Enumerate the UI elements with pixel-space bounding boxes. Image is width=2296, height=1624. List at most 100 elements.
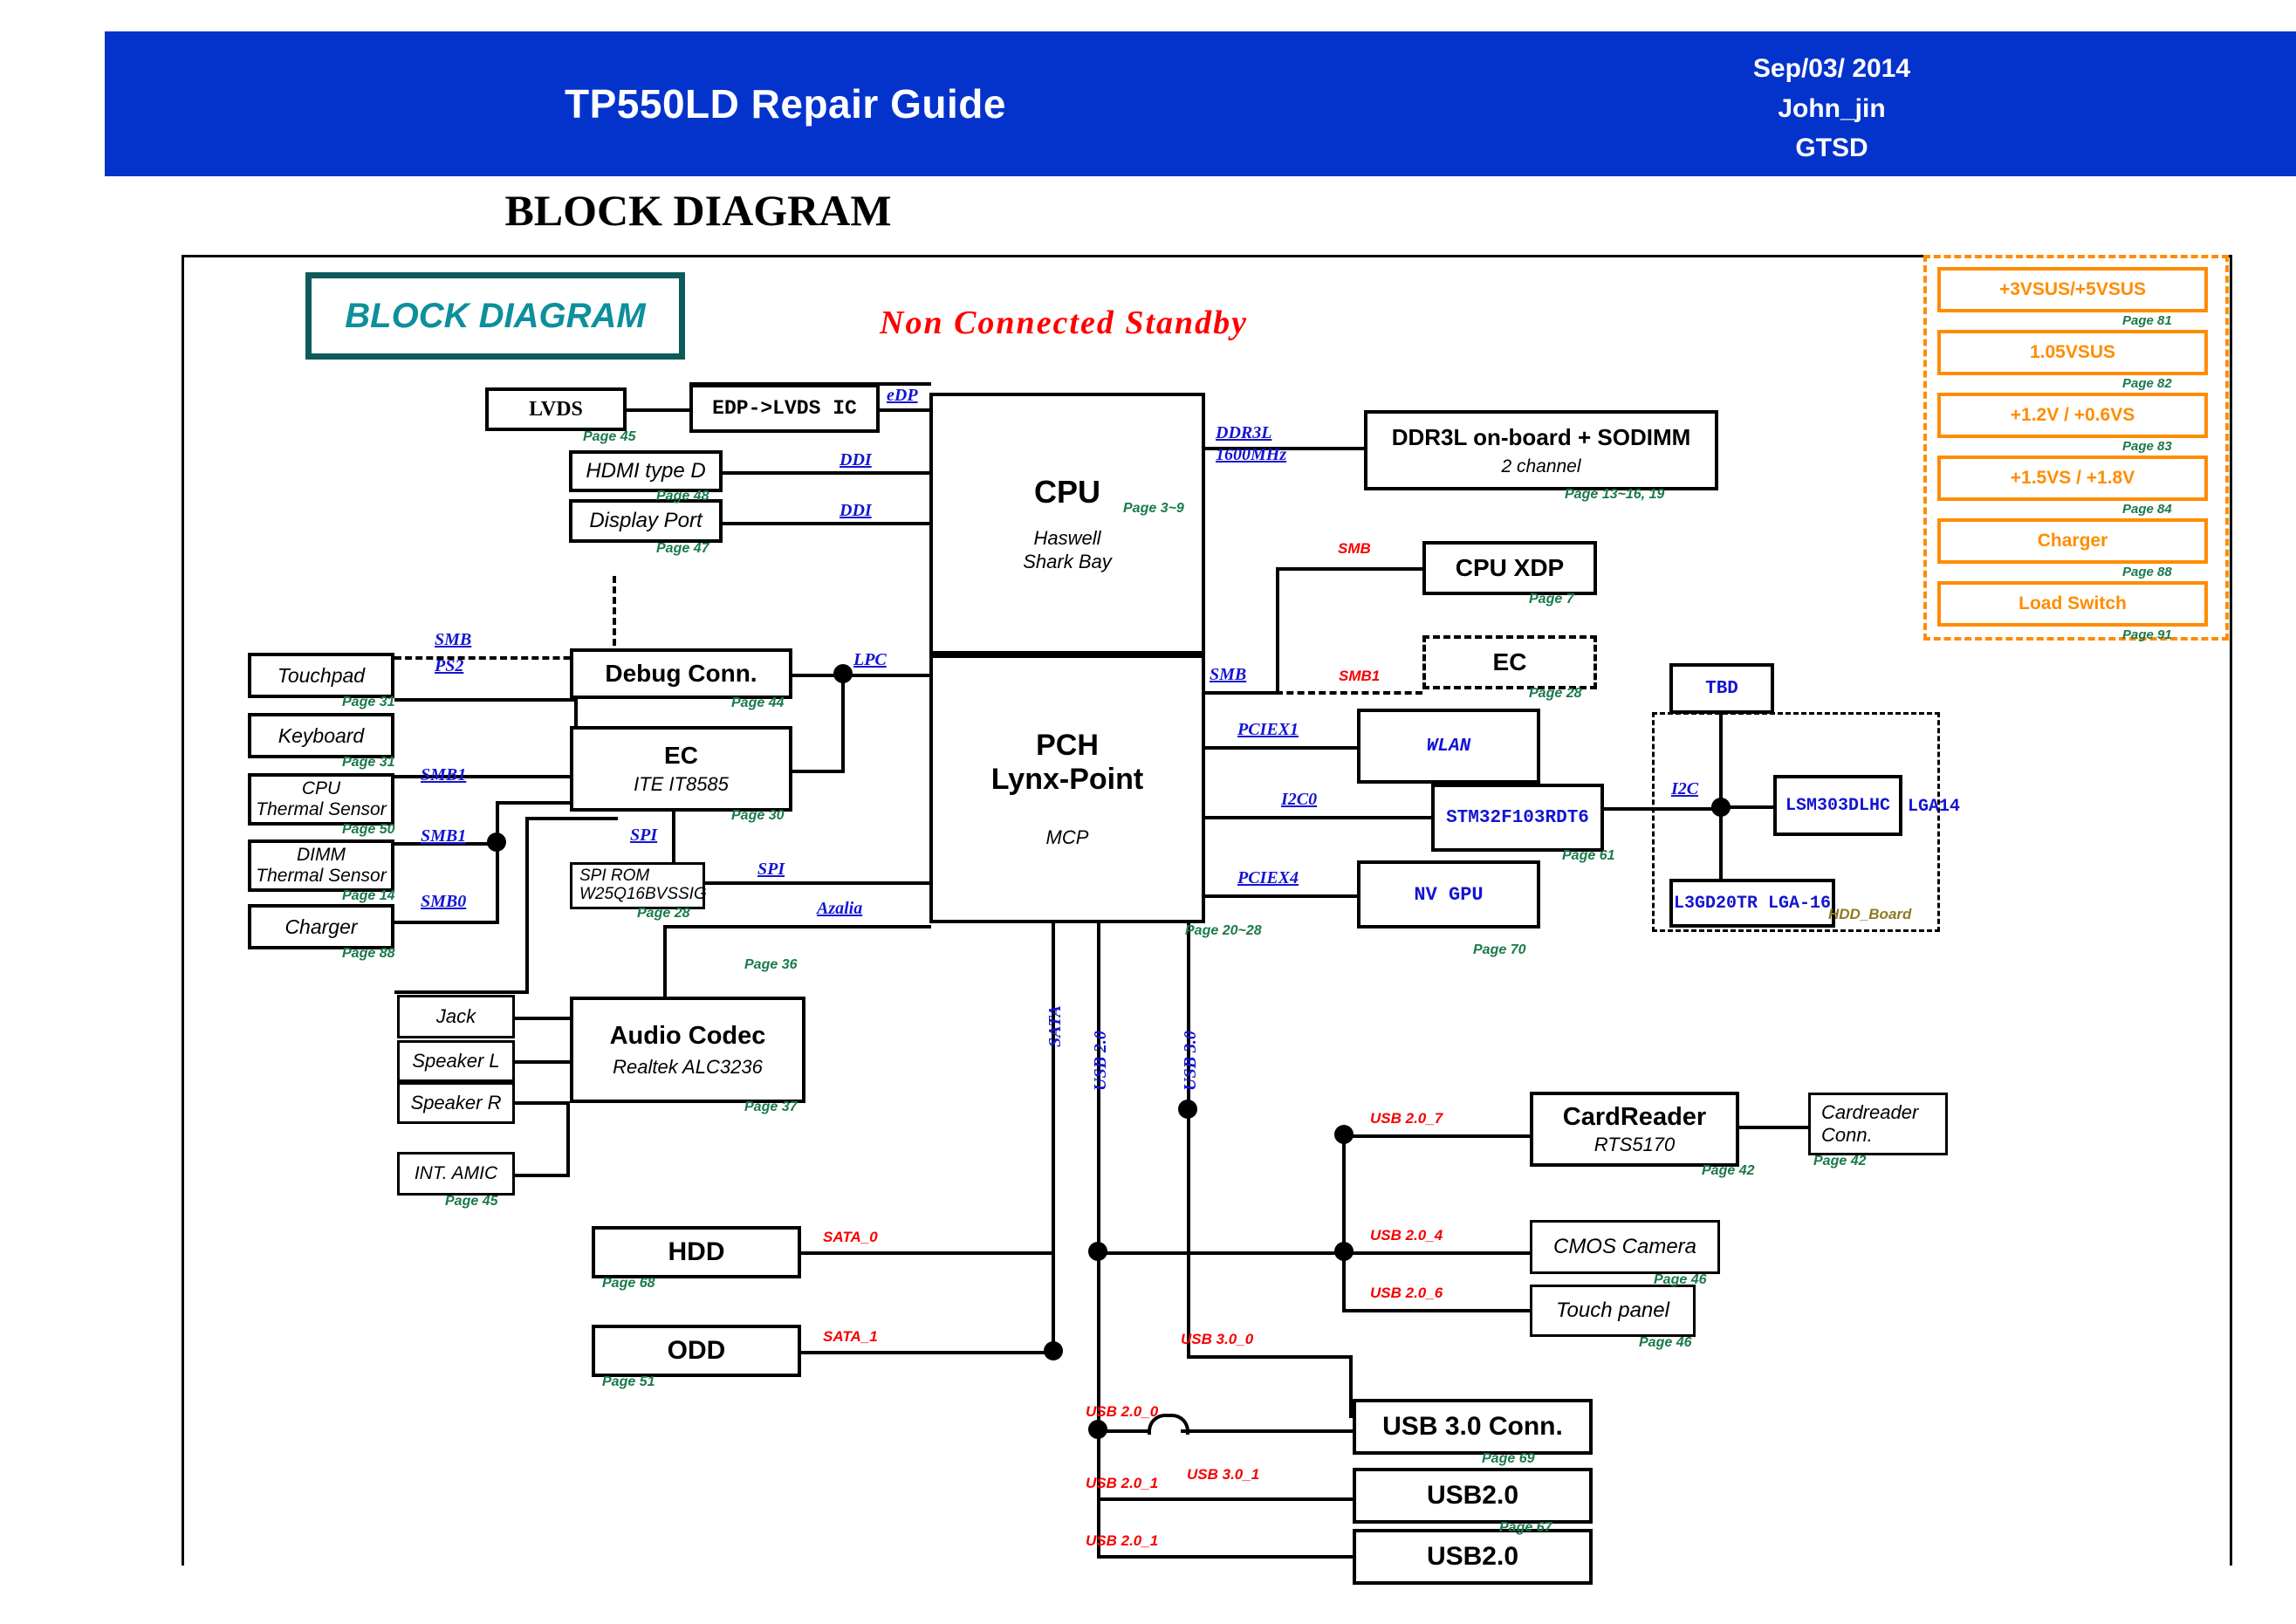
- block-pch[interactable]: PCH Lynx-Point MCP: [929, 654, 1205, 923]
- wire-dp-to-cpu: [721, 522, 931, 525]
- block-audio-codec[interactable]: Audio Codec Realtek ALC3236: [570, 997, 805, 1103]
- block-cpu-xdp[interactable]: CPU XDP: [1422, 541, 1597, 595]
- block-usb20-a-label: USB2.0: [1426, 1481, 1519, 1510]
- block-speaker-l[interactable]: Speaker L: [397, 1040, 515, 1082]
- block-edp-to-lvds-ic[interactable]: EDP->LVDS IC: [689, 384, 880, 433]
- wire-cardreader-to-conn: [1738, 1126, 1808, 1129]
- block-lvds-label: LVDS: [529, 397, 583, 421]
- block-display-port-label: Display Port: [589, 509, 703, 532]
- power-rail-page-5: Page 88: [2122, 565, 2172, 579]
- block-diagram-badge-label: BLOCK DIAGRAM: [345, 296, 646, 335]
- signal-usb30-1: USB 3.0_1: [1187, 1466, 1260, 1483]
- block-usb30-conn[interactable]: USB 3.0 Conn.: [1353, 1399, 1593, 1455]
- block-dimm-thermal-sensor-l2: Thermal Sensor: [256, 866, 387, 886]
- block-keyboard[interactable]: Keyboard: [248, 713, 394, 758]
- block-stm32f103rdt6[interactable]: STM32F103RDT6: [1431, 784, 1604, 852]
- block-ddr3l-sub: 2 channel: [1501, 456, 1581, 476]
- block-hdd[interactable]: HDD: [592, 1226, 801, 1278]
- page-ref-hdd: Page 68: [602, 1276, 655, 1291]
- block-tbd-label: TBD: [1705, 678, 1738, 699]
- wire-usb20-6-to-touchpanel: [1342, 1309, 1530, 1312]
- wire-lvds-to-edpic: [627, 408, 689, 412]
- hdd-board-label: HDD_Board: [1828, 906, 1912, 922]
- block-l3gd20tr[interactable]: L3GD20TR LGA-16: [1669, 879, 1835, 928]
- wire-amic-to-codec-h: [515, 1174, 570, 1177]
- wire-azalia-h: [663, 925, 931, 928]
- block-edp-to-lvds-ic-label: EDP->LVDS IC: [712, 397, 857, 420]
- block-dimm-thermal-sensor[interactable]: DIMM Thermal Sensor: [248, 839, 394, 892]
- block-wlan[interactable]: WLAN: [1357, 709, 1540, 784]
- wire-pch-to-nvgpu: [1203, 894, 1357, 898]
- block-spi-rom-l2: W25Q16BVSSIG: [579, 885, 707, 903]
- block-cpu-thermal-sensor-l1: CPU: [301, 778, 341, 798]
- signal-smb1-cpu-therm: SMB1: [421, 765, 467, 785]
- wire-smb-to-cpuxdp: [1276, 567, 1422, 571]
- block-cpu-sub2: Shark Bay: [1023, 551, 1112, 572]
- block-cardreader[interactable]: CardReader RTS5170: [1530, 1092, 1739, 1167]
- wire-touchpad-to-ec-a: [394, 698, 578, 702]
- power-rail-page-3: Page 83: [2122, 439, 2172, 454]
- page-ref-display-port: Page 47: [656, 541, 709, 556]
- signal-azalia: Azalia: [817, 899, 863, 918]
- signal-pciex1: PCIEX1: [1237, 720, 1299, 739]
- signal-ddr3l: DDR3L: [1216, 423, 1272, 442]
- block-tbd[interactable]: TBD: [1669, 663, 1774, 714]
- page-ref-debug-conn: Page 44: [731, 696, 785, 710]
- wire-jack-to-codec: [515, 1017, 570, 1020]
- block-lvds[interactable]: LVDS: [485, 387, 627, 431]
- block-audio-codec-sub: Realtek ALC3236: [613, 1055, 763, 1078]
- block-spi-rom[interactable]: SPI ROM W25Q16BVSSIG: [570, 862, 707, 909]
- block-int-amic[interactable]: INT. AMIC: [397, 1152, 515, 1196]
- block-display-port[interactable]: Display Port: [569, 499, 723, 543]
- block-cardreader-conn[interactable]: Cardreader Conn.: [1808, 1093, 1948, 1155]
- block-jack[interactable]: Jack: [397, 995, 515, 1038]
- block-charger[interactable]: Charger: [248, 904, 394, 949]
- block-nv-gpu[interactable]: NV GPU: [1357, 860, 1540, 928]
- wire-charger-to-ec-b: [525, 817, 529, 991]
- block-lsm303dlhc[interactable]: LSM303DLHC: [1773, 775, 1902, 836]
- junction-dot-usb207: [1334, 1125, 1354, 1144]
- signal-ddi-hdmi: DDI: [840, 450, 872, 469]
- signal-ddi-dp: DDI: [840, 501, 872, 520]
- page-ref-dimm-thermal: Page 14: [342, 888, 395, 903]
- block-debug-conn-label: Debug Conn.: [605, 660, 757, 687]
- block-usb20-b[interactable]: USB2.0: [1353, 1529, 1593, 1585]
- block-debug-conn[interactable]: Debug Conn.: [570, 648, 792, 699]
- block-ec-dashed-label: EC: [1492, 648, 1527, 675]
- block-lsm303dlhc-label: LSM303DLHC: [1785, 795, 1891, 816]
- junction-dot-usb200: [1088, 1420, 1107, 1439]
- wire-charger-to-ec-a: [394, 990, 529, 994]
- block-touchpad-label: Touchpad: [277, 663, 366, 687]
- block-charger-label: Charger: [284, 915, 358, 938]
- wire-ec-to-spirom: [672, 812, 675, 862]
- block-usb20-a[interactable]: USB2.0: [1353, 1468, 1593, 1524]
- block-cmos-camera[interactable]: CMOS Camera: [1530, 1220, 1720, 1274]
- block-ec-dashed[interactable]: EC: [1422, 635, 1597, 689]
- page-ref-spi-rom: Page 28: [637, 906, 690, 921]
- block-ec[interactable]: EC ITE IT8585: [570, 726, 792, 812]
- page-ref-hdmi: Page 48: [656, 489, 709, 504]
- block-dimm-thermal-sensor-l1: DIMM: [297, 844, 346, 865]
- block-cpu-title: CPU: [1033, 473, 1100, 510]
- wire-spirom-to-pch: [705, 881, 931, 885]
- wire-speakerl-to-codec: [515, 1060, 570, 1064]
- block-speaker-r[interactable]: Speaker R: [397, 1082, 515, 1124]
- block-touch-panel[interactable]: Touch panel: [1530, 1285, 1696, 1337]
- block-int-amic-label: INT. AMIC: [414, 1163, 498, 1183]
- block-ddr3l[interactable]: DDR3L on-board + SODIMM 2 channel: [1364, 410, 1718, 490]
- signal-spi-ec: SPI: [630, 826, 658, 845]
- block-touchpad[interactable]: Touchpad: [248, 653, 394, 698]
- wire-amic-to-codec-v: [566, 1101, 570, 1177]
- junction-dot-sata-bottom: [1044, 1341, 1063, 1360]
- wire-pch-to-wlan: [1203, 746, 1357, 750]
- block-nv-gpu-label: NV GPU: [1414, 883, 1484, 906]
- block-hdmi-type-d[interactable]: HDMI type D: [569, 450, 723, 492]
- block-cpu[interactable]: CPU Haswell Shark Bay: [929, 393, 1205, 654]
- wire-charger-to-ec-c: [525, 817, 618, 820]
- block-cpu-thermal-sensor[interactable]: CPU Thermal Sensor: [248, 773, 394, 826]
- page-ref-int-amic: Page 45: [445, 1194, 498, 1209]
- junction-dot-usb204: [1334, 1242, 1354, 1261]
- non-connected-standby-note: Non Connected Standby: [880, 305, 1249, 341]
- block-hdd-label: HDD: [668, 1237, 725, 1266]
- block-odd[interactable]: ODD: [592, 1325, 801, 1377]
